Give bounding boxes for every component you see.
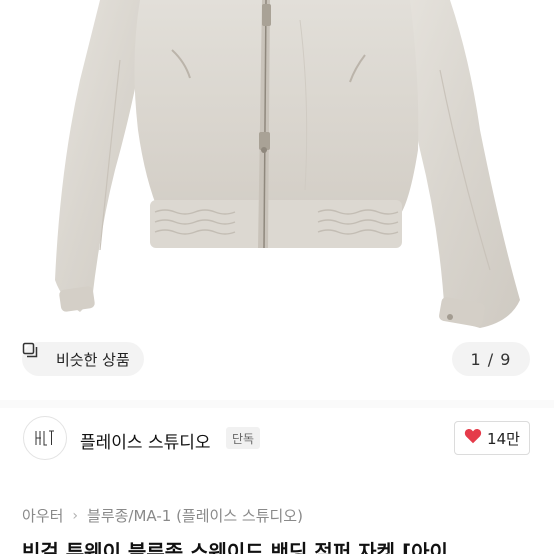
like-count: 14만	[487, 429, 520, 448]
product-title: 빈걸 투웨이 블루종 스웨이드 밴딩 점퍼 자켓 [아이	[22, 540, 448, 554]
similar-products-button[interactable]: 비슷한 상품	[22, 342, 144, 376]
similar-products-label: 비슷한 상품	[56, 350, 130, 369]
product-photo	[55, 0, 520, 328]
breadcrumb-item-outer[interactable]: 아우터	[22, 505, 63, 526]
like-button[interactable]: 14만	[454, 421, 530, 455]
store-info-row[interactable]: 플레이스 스튜디오 단독 14만	[0, 412, 554, 468]
breadcrumb: 아우터 › 블루종/MA-1 (플레이스 스튜디오)	[22, 505, 303, 526]
exclusive-badge: 단독	[226, 427, 261, 449]
image-page-counter: 1 / 9	[452, 342, 530, 376]
store-logo[interactable]	[23, 416, 67, 460]
section-divider	[0, 400, 554, 408]
heart-icon	[464, 428, 482, 448]
chevron-right-icon: ›	[72, 507, 79, 524]
store-name[interactable]: 플레이스 스튜디오	[80, 428, 211, 453]
similar-items-icon	[22, 342, 50, 367]
product-image-carousel[interactable]: 비슷한 상품 1 / 9	[0, 0, 554, 400]
breadcrumb-item-blouson[interactable]: 블루종/MA-1 (플레이스 스튜디오)	[87, 505, 303, 526]
store-logo-mark	[35, 430, 54, 446]
